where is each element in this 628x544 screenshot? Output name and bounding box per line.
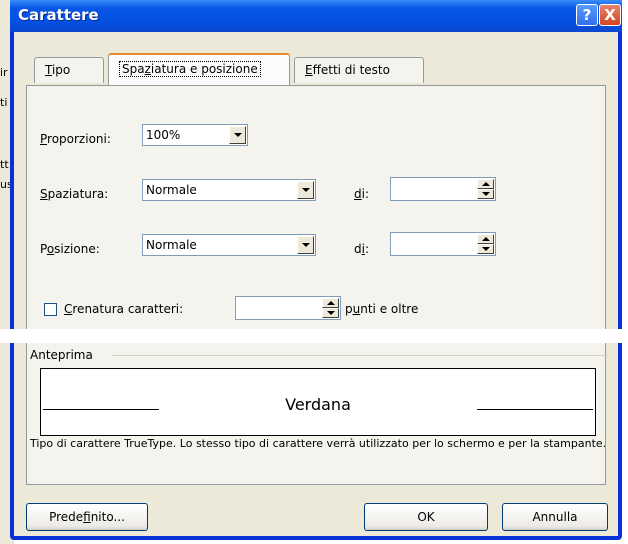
spin-down-icon[interactable] [477,189,494,199]
spaziatura-di-label: di: [354,187,369,201]
tab-label-part: ffetti di testo [312,63,390,77]
window-title: Carattere [18,6,99,24]
crenatura-checkbox[interactable] [44,303,57,316]
label-part: roporzioni: [47,132,111,146]
screen-artifact-band [0,329,628,343]
label-part: d [354,242,362,256]
tab-label-accel: E [305,63,313,77]
proporzioni-value: 100% [146,128,181,142]
spin-up-icon[interactable] [477,179,494,189]
preview-description: Tipo di carattere TrueType. Lo stesso ti… [30,437,607,450]
chevron-down-icon[interactable] [229,126,246,144]
tab-label-part: ipo [51,63,71,77]
crenatura-spinner[interactable] [235,296,341,320]
tab-label-part: Spa [122,62,145,76]
tab-focus-label: Spaziatura e posizione [119,61,261,77]
font-dialog: Carattere ? X Tipo Spaziatura e posizion… [10,0,622,540]
label-part: sizione: [54,242,100,256]
label-part: renatura caratteri: [72,302,184,316]
label-accel: d [354,187,362,201]
spaziatura-label: Spaziatura: [40,187,108,201]
spin-up-icon[interactable] [477,234,494,244]
tab-effetti-testo[interactable]: Effetti di testo [294,57,424,83]
spaziatura-di-spinner[interactable] [390,177,496,201]
group-divider [112,355,608,356]
proporzioni-label: Proporzioni: [40,132,111,146]
posizione-di-spinner[interactable] [390,232,496,256]
posizione-di-label: di: [354,242,369,256]
tab-spaziatura-posizione[interactable]: Spaziatura e posizione [108,53,290,85]
spin-up-icon[interactable] [322,298,339,308]
label-part: nti e oltre [360,302,419,316]
tab-label-accel: T [45,63,52,77]
label-part: paziatura: [47,187,109,201]
label-accel: S [40,187,48,201]
posizione-label: Posizione: [40,242,100,256]
posizione-value: Normale [146,238,197,252]
title-bar[interactable]: Carattere ? X [10,0,622,32]
button-label-accel: f [83,510,91,524]
tab-label-part: iatura e posizione [150,62,258,76]
proporzioni-select[interactable]: 100% [142,124,248,146]
crenatura-label[interactable]: Crenatura caratteri: [64,302,183,316]
label-accel: P [40,132,48,146]
chevron-down-icon[interactable] [297,236,314,254]
spaziatura-select[interactable]: Normale [142,179,316,201]
button-label-part: Prede [49,510,84,524]
tab-tipo[interactable]: Tipo [34,57,104,83]
preview-baseline-right [477,409,593,410]
label-part: p [345,302,353,316]
label-part: i: [361,187,370,201]
preview-box: Verdana [40,368,596,436]
spin-down-icon[interactable] [322,308,339,318]
cancel-button[interactable]: Annulla [502,503,608,531]
spaziatura-value: Normale [146,183,197,197]
label-part: P [40,242,47,256]
button-label-part: inito... [90,510,125,524]
default-button[interactable]: Predefinito... [26,503,148,531]
preview-sample-text: Verdana [285,395,351,414]
close-icon: X [604,6,616,24]
preview-group-label: Anteprima [30,348,93,362]
close-button[interactable]: X [599,4,621,26]
chevron-down-icon[interactable] [297,181,314,199]
label-part: : [364,242,370,256]
posizione-select[interactable]: Normale [142,234,316,256]
dialog-body: Tipo Spaziatura e posizione Effetti di t… [14,32,618,536]
crenatura-unit-label: punti e oltre [345,302,418,316]
help-button[interactable]: ? [576,4,598,26]
help-icon: ? [582,6,592,24]
spin-down-icon[interactable] [477,244,494,254]
ok-button[interactable]: OK [364,503,488,531]
